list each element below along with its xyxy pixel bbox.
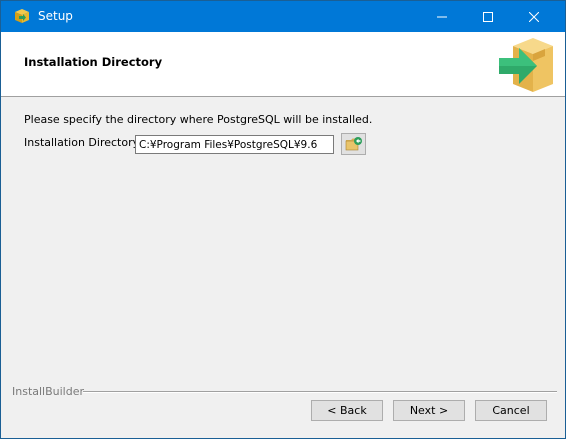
browse-button[interactable] [341, 133, 366, 155]
instruction-text: Please specify the directory where Postg… [24, 113, 373, 126]
close-icon [529, 11, 539, 22]
page-title: Installation Directory [24, 55, 163, 69]
maximize-button[interactable] [465, 1, 511, 32]
window-title: Setup [38, 9, 73, 23]
installbuilder-brand: InstallBuilder [12, 385, 85, 398]
setup-window: Setup Installation Directory Please spec… [0, 0, 566, 439]
installation-directory-input[interactable] [135, 135, 334, 154]
title-bar[interactable]: Setup [1, 1, 565, 32]
setup-app-icon [13, 7, 31, 25]
cancel-button[interactable]: Cancel [475, 400, 547, 421]
content-area: Please specify the directory where Postg… [1, 97, 565, 438]
footer-divider [83, 391, 557, 393]
folder-browse-icon [345, 137, 362, 151]
installation-directory-label: Installation Directory [24, 136, 140, 149]
minimize-icon [437, 16, 447, 17]
box-arrow-icon [495, 36, 557, 94]
minimize-button[interactable] [419, 1, 465, 32]
next-button[interactable]: Next > [393, 400, 465, 421]
page-header: Installation Directory [1, 32, 565, 97]
close-button[interactable] [511, 1, 557, 32]
back-button[interactable]: < Back [311, 400, 383, 421]
maximize-icon [483, 11, 493, 22]
